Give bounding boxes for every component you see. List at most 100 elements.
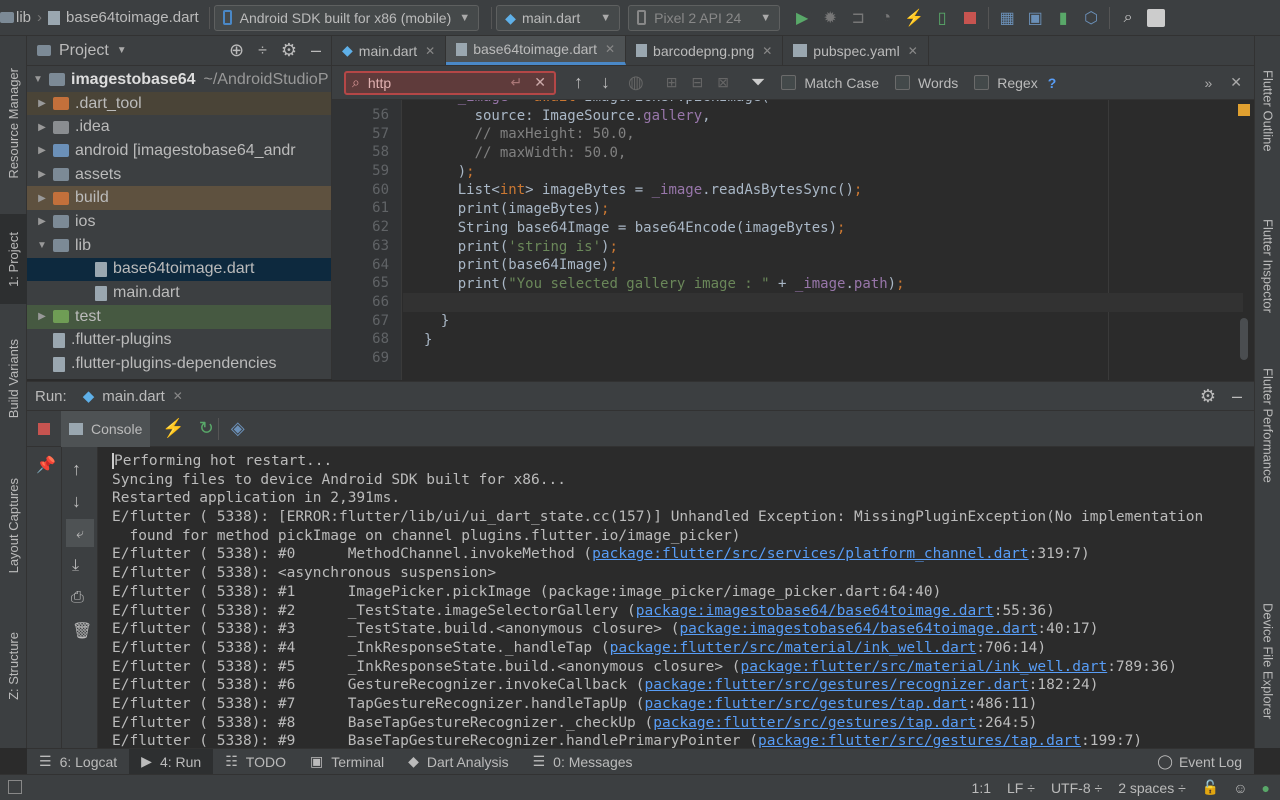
tab-event-log[interactable]: ◯ Event Log [1145, 749, 1254, 775]
pin-icon[interactable]: 📌 [36, 455, 56, 475]
chevron-right-icon[interactable]: ▶ [35, 311, 49, 322]
tab-base64toimage-dart[interactable]: base64toimage.dart ✕ [446, 36, 627, 65]
stop-icon[interactable] [38, 422, 50, 435]
console-output[interactable]: Performing hot restart... Syncing files … [98, 447, 1254, 748]
scroll-to-end-icon[interactable]: ⤓ [72, 557, 79, 575]
search-icon[interactable]: ⌕ [1114, 4, 1142, 32]
tab-layout-captures[interactable]: Layout Captures [0, 456, 27, 596]
tree-item[interactable]: .flutter-plugins-dependencies [27, 352, 331, 376]
find-in-files-icon[interactable]: ◍ [628, 72, 644, 93]
chevron-right-icon[interactable]: ▶ [35, 169, 49, 180]
console-tab[interactable]: Console [61, 410, 151, 447]
sdk-manager-icon[interactable]: ⬡ [1077, 4, 1105, 32]
tree-item[interactable]: main.dart [27, 281, 331, 305]
project-view-selector[interactable]: Project [59, 42, 109, 60]
tab-dart-analysis[interactable]: ◆ Dart Analysis [396, 749, 520, 775]
tab-todo[interactable]: ☷ TODO [213, 749, 298, 775]
inspector-icon[interactable]: ☺ [1233, 780, 1247, 796]
hot-reload-icon[interactable]: ⚡ [162, 418, 184, 439]
chevron-right-icon[interactable]: ▶ [35, 98, 49, 109]
match-case-checkbox[interactable]: Match Case [781, 75, 879, 91]
soft-wrap-icon[interactable]: ⤶ [66, 519, 94, 547]
caret-position[interactable]: 1:1 [972, 780, 991, 796]
locate-icon[interactable]: ⊕ [229, 40, 244, 61]
tab-pubspec-yaml[interactable]: pubspec.yaml ✕ [783, 36, 929, 65]
tree-item[interactable]: ▶ android [imagestobase64_andr [27, 139, 331, 163]
chevron-right-icon[interactable]: ▶ [35, 122, 49, 133]
tab-structure[interactable]: Z: Structure [0, 616, 27, 716]
stack-link[interactable]: package:flutter/src/gestures/tap.dart [758, 733, 1081, 748]
close-icon[interactable]: ✕ [605, 42, 615, 56]
tree-item[interactable]: ▶ build [27, 186, 331, 211]
tab-run[interactable]: ▶ 4: Run [129, 748, 214, 775]
apply-changes-icon[interactable]: ▯ [928, 4, 956, 32]
tab-build-variants[interactable]: Build Variants [0, 324, 27, 434]
breadcrumb-folder[interactable]: lib [16, 9, 31, 26]
tab-flutter-performance[interactable]: Flutter Performance [1255, 348, 1280, 503]
tab-flutter-inspector[interactable]: Flutter Inspector [1255, 196, 1280, 336]
tab-messages[interactable]: ☰ 0: Messages [521, 749, 645, 775]
tab-flutter-outline[interactable]: Flutter Outline [1255, 46, 1280, 176]
stack-link[interactable]: package:flutter/src/material/ink_well.da… [610, 640, 977, 656]
stack-link[interactable]: package:imagestobase64/base64toimage.dar… [679, 621, 1037, 637]
add-selection-icon[interactable]: ⊞ [666, 74, 678, 91]
avd-selector[interactable]: Pixel 2 API 24 ▼ [628, 4, 781, 31]
breadcrumb-file[interactable]: base64toimage.dart [66, 9, 199, 26]
attach-icon[interactable]: ⊐ [844, 4, 872, 32]
stack-link[interactable]: package:flutter/src/gestures/tap.dart [645, 696, 968, 712]
lock-icon[interactable]: 🔓 [1202, 779, 1219, 796]
stack-link[interactable]: package:imagestobase64/base64toimage.dar… [636, 603, 994, 619]
avatar-icon[interactable] [1142, 4, 1170, 32]
regex-checkbox[interactable]: Regex [974, 75, 1038, 91]
code-editor[interactable]: 56 57 58 5960 61 6263 64 6566 67 6869 _image = aw… [332, 100, 1254, 380]
tab-project[interactable]: 1: Project [0, 214, 27, 304]
words-checkbox[interactable]: Words [895, 75, 958, 91]
stack-link[interactable]: package:flutter/src/services/platform_ch… [592, 546, 1029, 562]
hide-icon[interactable]: – [311, 40, 321, 61]
run-tab-main-dart[interactable]: ◆ main.dart ✕ [83, 387, 183, 406]
up-arrow-icon[interactable]: ↑ [72, 459, 81, 480]
close-icon[interactable]: ✕ [908, 44, 918, 58]
devtools-icon[interactable]: ◈ [231, 418, 245, 439]
debug-icon[interactable]: ✹ [816, 4, 844, 32]
line-separator[interactable]: LF ÷ [1007, 780, 1035, 796]
next-occurrence-icon[interactable]: ↓ [601, 72, 610, 93]
remove-selection-icon[interactable]: ⊟ [691, 74, 703, 91]
tab-resource-manager[interactable]: Resource Manager [0, 48, 27, 198]
collapse-icon[interactable]: ÷ [258, 42, 267, 60]
close-icon[interactable]: ✕ [173, 389, 183, 403]
find-input[interactable]: ⌕ http ↵ ✕ [344, 70, 556, 95]
stack-link[interactable]: package:flutter/src/material/ink_well.da… [741, 659, 1108, 675]
chevron-right-icon[interactable]: ▶ [35, 216, 49, 227]
profile-icon[interactable]: ◔ [872, 4, 900, 32]
terminal-icon[interactable]: ▣ [1021, 4, 1049, 32]
close-icon[interactable]: ✕ [425, 44, 435, 58]
tree-item[interactable]: ▶ .idea [27, 115, 331, 139]
regex-help-link[interactable]: ? [1048, 75, 1057, 91]
tab-device-file-explorer[interactable]: Device File Explorer [1255, 581, 1280, 741]
code-body[interactable]: _image = await ImagePicker.pickImage( so… [424, 100, 905, 350]
clear-icon[interactable]: ✕ [534, 74, 546, 91]
print-icon[interactable]: ⎙ [71, 589, 84, 607]
more-icon[interactable]: » [1204, 75, 1212, 91]
chevron-down-icon[interactable]: ▼ [35, 240, 49, 251]
tree-item[interactable]: .flutter-plugins [27, 329, 331, 353]
indent-setting[interactable]: 2 spaces ÷ [1118, 780, 1186, 796]
hot-restart-icon[interactable]: ↻ [199, 418, 214, 439]
hot-reload-icon[interactable]: ⚡ [900, 4, 928, 32]
tab-barcodepng[interactable]: barcodepng.png ✕ [626, 36, 784, 65]
editor-scrollbar[interactable] [1240, 318, 1248, 360]
file-encoding[interactable]: UTF-8 ÷ [1051, 780, 1102, 796]
tab-main-dart[interactable]: ◆ main.dart ✕ [332, 36, 447, 65]
project-structure-icon[interactable]: ▦ [993, 4, 1021, 32]
tree-item[interactable]: ▼ lib [27, 234, 331, 258]
gear-icon[interactable]: ⚙ [281, 40, 297, 61]
tree-item[interactable]: ▶ test [27, 304, 331, 329]
down-arrow-icon[interactable]: ↓ [72, 491, 81, 512]
run-config-selector[interactable]: ◆ main.dart ▼ [496, 4, 621, 31]
filter-icon[interactable]: ⏷ [751, 72, 765, 93]
hide-icon[interactable]: – [1232, 386, 1242, 407]
close-icon[interactable]: ✕ [762, 44, 772, 58]
device-selector[interactable]: Android SDK built for x86 (mobile) ▼ [213, 4, 480, 31]
notifications-icon[interactable]: ● [1262, 780, 1270, 796]
